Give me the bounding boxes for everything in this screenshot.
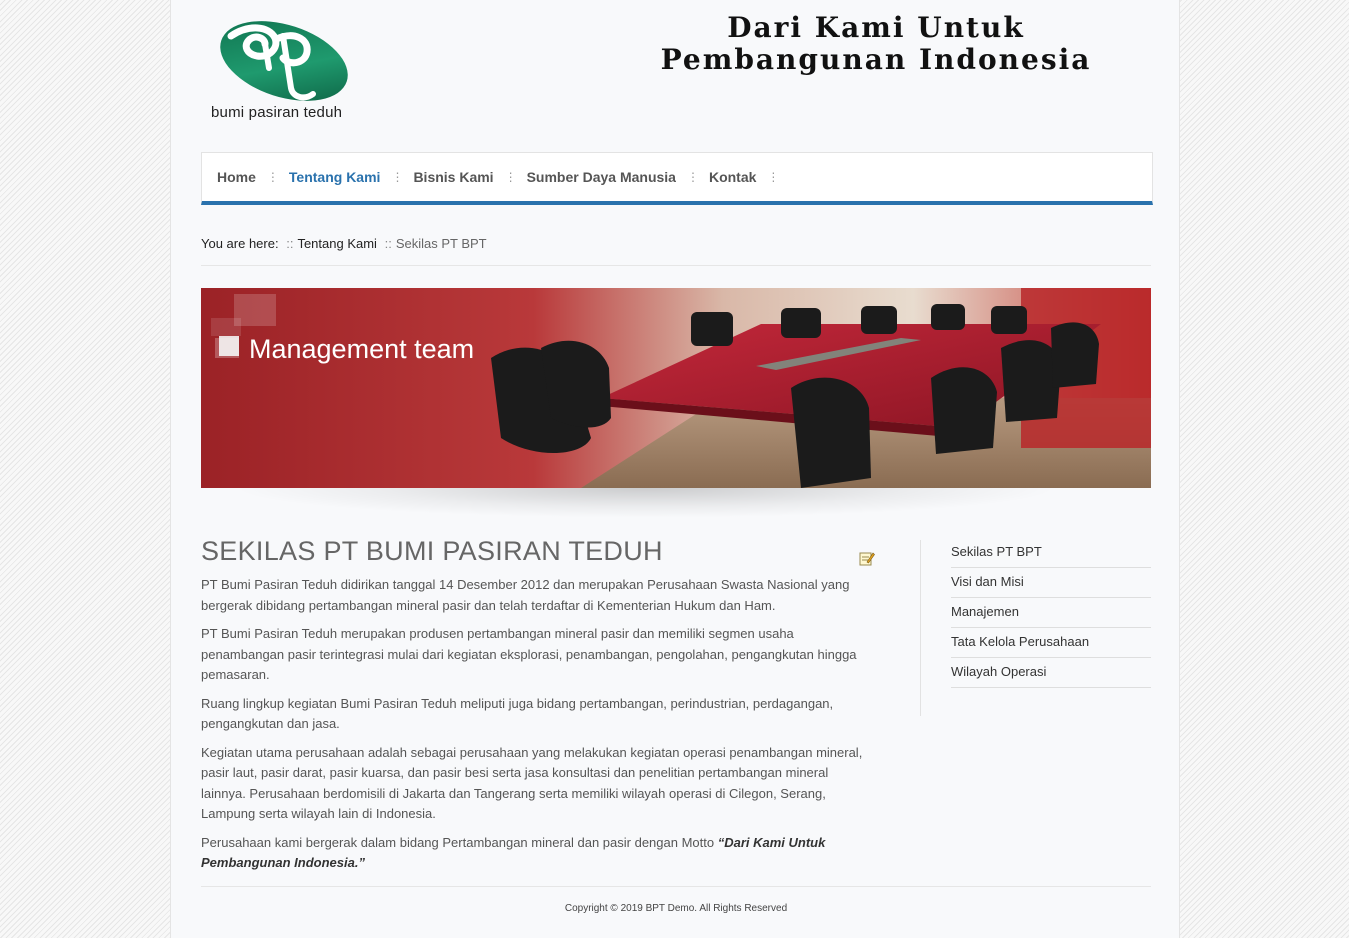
article-paragraph-motto: Perusahaan kami bergerak dalam bidang Pe…: [201, 833, 881, 874]
motto-line-1: Dari Kami Untuk: [727, 11, 1025, 44]
page-banner: Management team: [201, 288, 1151, 488]
nav-item-bisnis-kami[interactable]: Bisnis Kami ⋮: [406, 169, 519, 185]
sidebar-item-visi-misi[interactable]: Visi dan Misi: [951, 568, 1151, 598]
breadcrumb-current: Sekilas PT BPT: [395, 236, 487, 251]
nav-separator: ⋮: [686, 170, 699, 184]
banner-caption: Management team: [249, 334, 474, 364]
page-container: bumi pasiran teduh Dari Kami Untuk Pemba…: [170, 0, 1180, 938]
nav-separator: ⋮: [391, 170, 403, 184]
site-logo[interactable]: bumi pasiran teduh: [209, 18, 359, 128]
sidebar-item-sekilas[interactable]: Sekilas PT BPT: [951, 538, 1151, 568]
article-paragraph: PT Bumi Pasiran Teduh merupakan produsen…: [201, 626, 857, 682]
banner-shadow: [231, 488, 1061, 518]
edit-icon[interactable]: [859, 550, 875, 566]
banner-image: Management team: [201, 288, 1151, 488]
main-navigation: Home ⋮ Tentang Kami ⋮ Bisnis Kami ⋮ Sumber …: [201, 152, 1153, 205]
article-paragraph: Ruang lingkup kegiatan Bumi Pasiran Tedu…: [201, 695, 834, 732]
sidebar-item-wilayah-operasi[interactable]: Wilayah Operasi: [951, 658, 1151, 688]
breadcrumb-prefix: You are here:: [201, 236, 279, 251]
nav-link-home[interactable]: Home: [210, 169, 263, 185]
footer-divider: [201, 886, 1151, 887]
nav-separator: ⋮: [504, 170, 517, 184]
nav-link-bisnis-kami[interactable]: Bisnis Kami: [406, 169, 500, 185]
logo-mark-icon: [220, 21, 348, 101]
column-divider: [920, 540, 921, 716]
article-paragraph: PT Bumi Pasiran Teduh didirikan tanggal …: [201, 577, 850, 613]
logo-text: bumi pasiran teduh: [211, 104, 343, 121]
nav-link-tentang-kami[interactable]: Tentang Kami: [282, 169, 388, 185]
breadcrumb-separator: ::: [384, 236, 392, 251]
nav-link-kontak[interactable]: Kontak: [702, 169, 763, 185]
nav-separator: ⋮: [266, 170, 279, 184]
nav-item-sumber-daya-manusia[interactable]: Sumber Daya Manusia ⋮: [520, 169, 702, 185]
sidebar-menu: Sekilas PT BPT Visi dan Misi Manajemen T…: [951, 538, 1151, 688]
motto-lead-text: Perusahaan kami bergerak dalam bidang Pe…: [201, 834, 718, 850]
article-title: SEKILAS PT BUMI PASIRAN TEDUH: [201, 536, 663, 566]
nav-item-home[interactable]: Home ⋮: [210, 169, 282, 185]
sidebar-item-manajemen[interactable]: Manajemen: [951, 598, 1151, 628]
nav-separator: ⋮: [767, 170, 779, 184]
sidebar-item-tata-kelola[interactable]: Tata Kelola Perusahaan: [951, 628, 1151, 658]
nav-item-kontak[interactable]: Kontak ⋮: [702, 169, 782, 185]
header-motto: Dari Kami Untuk Pembangunan Indonesia: [601, 12, 1151, 76]
breadcrumb-separator: ::: [286, 236, 294, 251]
nav-item-tentang-kami[interactable]: Tentang Kami ⋮: [282, 169, 407, 185]
article: SEKILAS PT BUMI PASIRAN TEDUH PT Bumi Pa…: [201, 536, 881, 874]
breadcrumb: You are here: :: Tentang Kami :: Sekilas P…: [201, 236, 1151, 266]
article-paragraph: Kegiatan utama perusahaan adalah sebagai…: [201, 744, 863, 822]
footer-copyright: Copyright © 2019 BPT Demo. All Rights Re…: [564, 903, 788, 914]
motto-line-2: Pembangunan Indonesia: [660, 43, 1092, 76]
nav-link-sumber-daya-manusia[interactable]: Sumber Daya Manusia: [520, 169, 683, 185]
breadcrumb-parent-link[interactable]: Tentang Kami: [297, 236, 377, 251]
